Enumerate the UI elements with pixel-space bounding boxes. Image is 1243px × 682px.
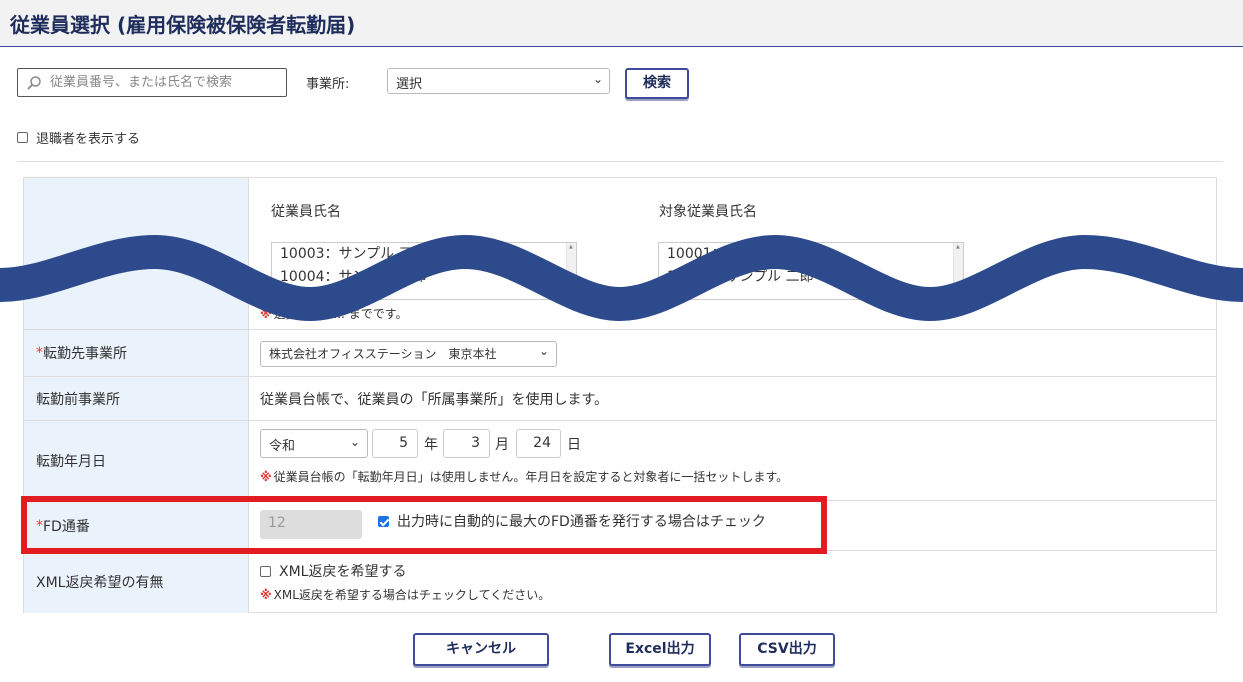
year-input[interactable]: 5: [372, 429, 418, 458]
divider: [17, 161, 1223, 162]
previous-office-label: 転勤前事業所: [24, 377, 249, 420]
note-mark: ※: [260, 470, 272, 484]
wave-overlay: [0, 234, 1243, 322]
era-select[interactable]: 令和 ⌄: [260, 429, 368, 458]
transfer-date-note: ※ 従業員台帳の「転勤年月日」は使用しません。年月日を設定すると対象者に一括セット…: [260, 470, 789, 484]
show-retired-checkbox[interactable]: [17, 132, 28, 143]
excel-export-button[interactable]: Excel出力: [609, 633, 711, 666]
show-retired-label: 退職者を表示する: [36, 132, 141, 147]
year-unit: 年: [424, 437, 438, 453]
chevron-down-icon: ⌄: [592, 72, 603, 86]
search-input-box[interactable]: [17, 68, 287, 97]
office-filter-label: 事業所:: [306, 77, 350, 92]
target-list-header: 対象従業員氏名: [659, 204, 757, 220]
xml-return-toggle[interactable]: XML返戻を希望する: [260, 561, 406, 581]
previous-office-text: 従業員台帳で、従業員の「所属事業所」を使用します。: [260, 392, 609, 408]
month-unit: 月: [495, 437, 509, 453]
day-unit: 日: [567, 437, 581, 453]
office-filter-value: 選択: [396, 77, 423, 92]
transfer-office-select[interactable]: 株式会社オフィスステーション 東京本社 ⌄: [260, 341, 557, 367]
month-input[interactable]: 3: [443, 429, 490, 458]
previous-office-row: 転勤前事業所 従業員台帳で、従業員の「所属事業所」を使用します。: [24, 377, 1216, 421]
xml-return-checkbox[interactable]: [260, 565, 271, 577]
office-filter-select[interactable]: 選択 ⌄: [387, 68, 610, 94]
chevron-down-icon: ⌄: [538, 344, 549, 358]
day-input[interactable]: 24: [516, 429, 561, 458]
xml-return-label: XML返戻希望の有無: [24, 551, 249, 613]
highlight-box: [21, 496, 827, 554]
era-value: 令和: [269, 439, 296, 454]
csv-export-button[interactable]: CSV出力: [739, 633, 835, 666]
note-mark: ※: [260, 588, 272, 602]
transfer-date-row: 転勤年月日 令和 ⌄ 5 年 3 月 24 日 ※ 従業員台帳の「転勤年月日」は使…: [24, 421, 1216, 501]
page-header: 従業員選択 (雇用保険被保険者転勤届): [0, 0, 1243, 47]
xml-return-check-label: XML返戻を希望する: [279, 564, 407, 580]
xml-return-note: ※ XML返戻を希望する場合はチェックしてください。: [260, 588, 551, 602]
transfer-date-label: 転勤年月日: [24, 421, 249, 500]
chevron-down-icon: ⌄: [349, 435, 360, 449]
employee-list-header: 従業員氏名: [271, 204, 341, 220]
show-retired-toggle[interactable]: 退職者を表示する: [17, 128, 140, 147]
cancel-button[interactable]: キャンセル: [413, 633, 549, 666]
search-input[interactable]: [48, 74, 273, 91]
transfer-office-value: 株式会社オフィスステーション 東京本社: [269, 347, 497, 361]
xml-return-row: XML返戻希望の有無 XML返戻を希望する ※ XML返戻を希望する場合はチェック…: [24, 551, 1216, 613]
required-mark: *: [36, 345, 43, 361]
search-button[interactable]: 検索: [625, 68, 689, 99]
search-icon: [27, 75, 41, 90]
page-title: 従業員選択 (雇用保険被保険者転勤届): [10, 13, 356, 37]
